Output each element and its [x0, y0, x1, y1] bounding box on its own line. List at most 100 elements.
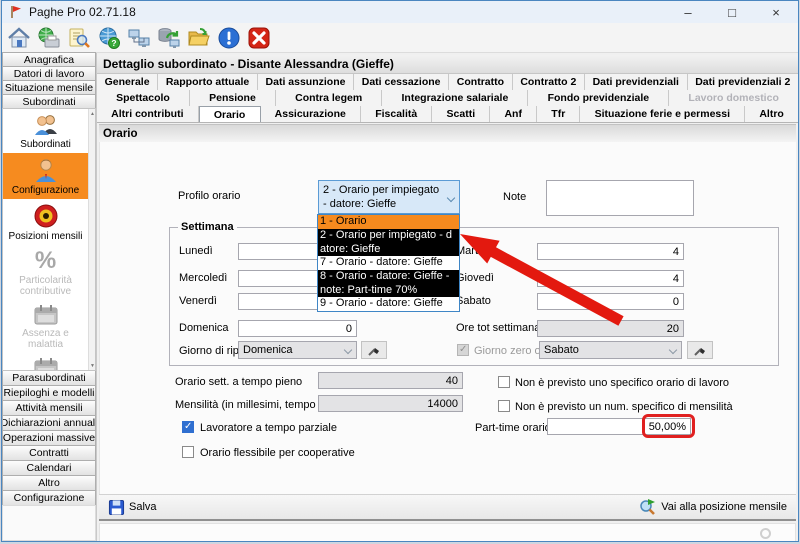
people-icon	[32, 113, 60, 137]
no-orario-specifico-label: Non è previsto uno specifico orario di l…	[515, 377, 729, 389]
orario-sett-label: Orario sett. a tempo pieno	[175, 376, 302, 388]
person-icon	[32, 157, 60, 183]
dropdown-option-8[interactable]: 8 - Orario - datore: Gieffe - note: Part…	[318, 270, 459, 297]
sidebar-item-assenza-e-malattia: Assenza e malattia	[3, 300, 88, 353]
domenica-field[interactable]: 0	[238, 320, 357, 337]
sync-database-icon[interactable]	[156, 25, 182, 51]
tab-altri-contributi[interactable]: Altri contributi	[97, 106, 199, 122]
sidebar-group-configurazione[interactable]: Configurazione	[2, 490, 96, 506]
sidebar-group-operazioni-massive[interactable]: Operazioni massive	[2, 430, 96, 446]
tab-assicurazione[interactable]: Assicurazione	[261, 106, 362, 122]
lavoratore-tempo-parziale-checkbox[interactable]	[182, 421, 194, 433]
tab-dati-cessazione[interactable]: Dati cessazione	[354, 74, 449, 90]
settimana-group: Settimana Lunedì Mercoledì Venerdì Domen…	[169, 227, 779, 366]
sidebar-item-label: Particolarità contributive	[4, 275, 87, 297]
print-globe-icon[interactable]	[36, 25, 62, 51]
save-button[interactable]: Salva	[108, 499, 157, 516]
ore-tot-settimana-field: 20	[537, 320, 684, 337]
tab-row-1: Generale Rapporto attuale Dati assunzion…	[97, 74, 798, 90]
tab-fiscalita[interactable]: Fiscalità	[361, 106, 432, 122]
clear-giorno-zero-button[interactable]	[687, 341, 713, 359]
tab-scatti[interactable]: Scatti	[432, 106, 490, 122]
tab-contra-legem[interactable]: Contra legem	[276, 90, 382, 106]
sidebar-item-label: Assenza e malattia	[4, 328, 87, 350]
tab-rapporto-attuale[interactable]: Rapporto attuale	[158, 74, 258, 90]
profilo-orario-dropdown-list: 1 - Orario 2 - Orario per impiegato - da…	[317, 214, 460, 312]
sidebar-group-situazione-mensile[interactable]: Situazione mensile	[2, 80, 96, 95]
giorno-zero-ore-checkbox	[457, 344, 469, 356]
sidebar-group-contratti[interactable]: Contratti	[2, 445, 96, 461]
profilo-orario-value: 2 - Orario per impiegato - datore: Gieff…	[323, 184, 439, 210]
sidebar-scrollbar[interactable]: ▲ ▼	[88, 109, 95, 370]
sidebar-group-parasubordinati[interactable]: Parasubordinati	[2, 370, 96, 386]
tab-integrazione-salariale[interactable]: Integrazione salariale	[382, 90, 528, 106]
sidebar: Anagrafica Datori di lavoro Situazione m…	[2, 53, 97, 541]
open-folder-icon[interactable]	[186, 25, 212, 51]
sidebar-group-riepiloghi-e-modelli[interactable]: Riepiloghi e modelli	[2, 385, 96, 401]
close-button[interactable]: ×	[754, 1, 798, 23]
sidebar-item-posizioni-mensili[interactable]: Posizioni mensili	[3, 199, 88, 245]
sidebar-group-subordinati[interactable]: Subordinati	[2, 94, 96, 109]
tab-dati-assunzione[interactable]: Dati assunzione	[258, 74, 354, 90]
orario-flessibile-checkbox[interactable]	[182, 446, 194, 458]
sidebar-icon-panel: Subordinati Configurazione Posizioni men…	[2, 108, 96, 371]
martedi-field[interactable]: 4	[537, 243, 684, 260]
dropdown-option-1[interactable]: 1 - Orario	[318, 215, 459, 229]
scroll-down-icon[interactable]: ▼	[89, 361, 96, 370]
no-orario-specifico-checkbox[interactable]	[498, 376, 510, 388]
ore-tot-settimana-label: Ore tot settimana	[456, 322, 540, 334]
sidebar-item-presenze: Presenze	[3, 353, 88, 371]
clear-giorno-riposo-button[interactable]	[361, 341, 387, 359]
giovedi-field[interactable]: 4	[537, 270, 684, 287]
sidebar-group-attivita-mensili[interactable]: Attività mensili	[2, 400, 96, 416]
help-globe-icon[interactable]: ?	[96, 25, 122, 51]
dropdown-option-9[interactable]: 9 - Orario - datore: Gieffe	[318, 297, 459, 311]
sabato-field[interactable]: 0	[537, 293, 684, 310]
home-icon[interactable]	[6, 25, 32, 51]
dropdown-option-7[interactable]: 7 - Orario - datore: Gieffe	[318, 256, 459, 270]
window-title: Paghe Pro 02.71.18	[29, 5, 136, 19]
tab-row-3: Altri contributi Orario Assicurazione Fi…	[97, 106, 798, 123]
search-document-icon[interactable]	[66, 25, 92, 51]
tab-generale[interactable]: Generale	[97, 74, 158, 90]
info-icon[interactable]	[216, 25, 242, 51]
sidebar-group-altro[interactable]: Altro	[2, 475, 96, 491]
profilo-orario-combobox[interactable]: 2 - Orario per impiegato - datore: Gieff…	[318, 180, 460, 214]
tab-dati-previdenziali-2[interactable]: Dati previdenziali 2	[688, 74, 798, 90]
sidebar-item-configurazione[interactable]: Configurazione	[3, 153, 88, 199]
domenica-label: Domenica	[179, 322, 229, 334]
tab-anf[interactable]: Anf	[490, 106, 537, 122]
sidebar-group-dichiarazioni-annuali[interactable]: Dichiarazioni annuali	[2, 415, 96, 431]
note-field[interactable]	[546, 180, 694, 216]
main-panel: Dettaglio subordinato - Disante Alessand…	[97, 53, 798, 541]
dropdown-option-2[interactable]: 2 - Orario per impiegato - datore: Gieff…	[318, 229, 459, 256]
orario-sett-field: 40	[318, 372, 463, 389]
sidebar-item-subordinati[interactable]: Subordinati	[3, 109, 88, 153]
tab-fondo-previdenziale[interactable]: Fondo previdenziale	[528, 90, 669, 106]
giovedi-label: Giovedì	[456, 272, 494, 284]
tab-situazione-ferie-e-permessi[interactable]: Situazione ferie e permessi	[580, 106, 745, 122]
profilo-orario-label: Profilo orario	[178, 190, 240, 202]
detail-title: Dettaglio subordinato - Disante Alessand…	[97, 55, 798, 74]
tab-tfr[interactable]: Tfr	[537, 106, 580, 122]
no-mensilita-checkbox[interactable]	[498, 400, 510, 412]
tab-altro[interactable]: Altro	[745, 106, 798, 122]
tab-pensione[interactable]: Pensione	[190, 90, 276, 106]
tab-contratto[interactable]: Contratto	[449, 74, 513, 90]
scroll-up-icon[interactable]: ▲	[89, 109, 96, 118]
giorno-zero-ore-combobox: Sabato	[539, 341, 682, 359]
exit-icon[interactable]	[246, 25, 272, 51]
percent-icon: %	[35, 249, 56, 273]
tab-spettacolo[interactable]: Spettacolo	[97, 90, 190, 106]
network-icon[interactable]	[126, 25, 152, 51]
tab-lavoro-domestico: Lavoro domestico	[669, 90, 798, 106]
sidebar-group-anagrafica[interactable]: Anagrafica	[2, 52, 96, 67]
tab-orario[interactable]: Orario	[199, 106, 261, 122]
sidebar-group-calendari[interactable]: Calendari	[2, 460, 96, 476]
sidebar-group-datori-di-lavoro[interactable]: Datori di lavoro	[2, 66, 96, 81]
minimize-button[interactable]: –	[666, 1, 710, 23]
tab-contratto-2[interactable]: Contratto 2	[513, 74, 585, 90]
tab-dati-previdenziali[interactable]: Dati previdenziali	[585, 74, 688, 90]
maximize-button[interactable]: □	[710, 1, 754, 23]
goto-posizione-mensile-link[interactable]: Vai alla posizione mensile	[639, 498, 787, 516]
